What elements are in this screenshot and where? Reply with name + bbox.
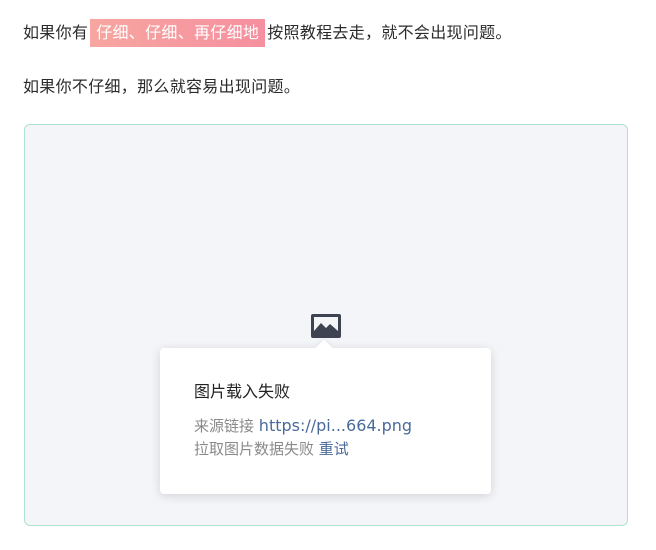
paragraph-1: 如果你有 仔细、仔细、再仔细地 按照教程去走，就不会出现问题。 [23,19,512,47]
paragraph-1-prefix: 如果你有 [23,23,89,42]
source-row: 来源链接 https://pi...664.png [194,415,412,437]
paragraph-2: 如果你不仔细，那么就容易出现问题。 [23,77,301,96]
image-error-popup: 图片载入失败 来源链接 https://pi...664.png 拉取图片数据失… [160,339,491,494]
popup-arrow [315,339,333,357]
paragraph-1-suffix: 按照教程去走，就不会出现问题。 [267,23,512,42]
fetch-error-text: 拉取图片数据失败 [194,440,315,458]
fetch-error-row: 拉取图片数据失败 重试 [194,438,349,460]
source-label: 来源链接 [194,417,255,435]
error-title: 图片载入失败 [194,382,291,401]
image-placeholder: 图片载入失败 来源链接 https://pi...664.png 拉取图片数据失… [24,124,628,526]
image-icon [311,314,341,338]
source-link[interactable]: https://pi...664.png [259,416,412,435]
retry-button[interactable]: 重试 [319,440,349,458]
highlighted-text: 仔细、仔细、再仔细地 [90,19,266,47]
